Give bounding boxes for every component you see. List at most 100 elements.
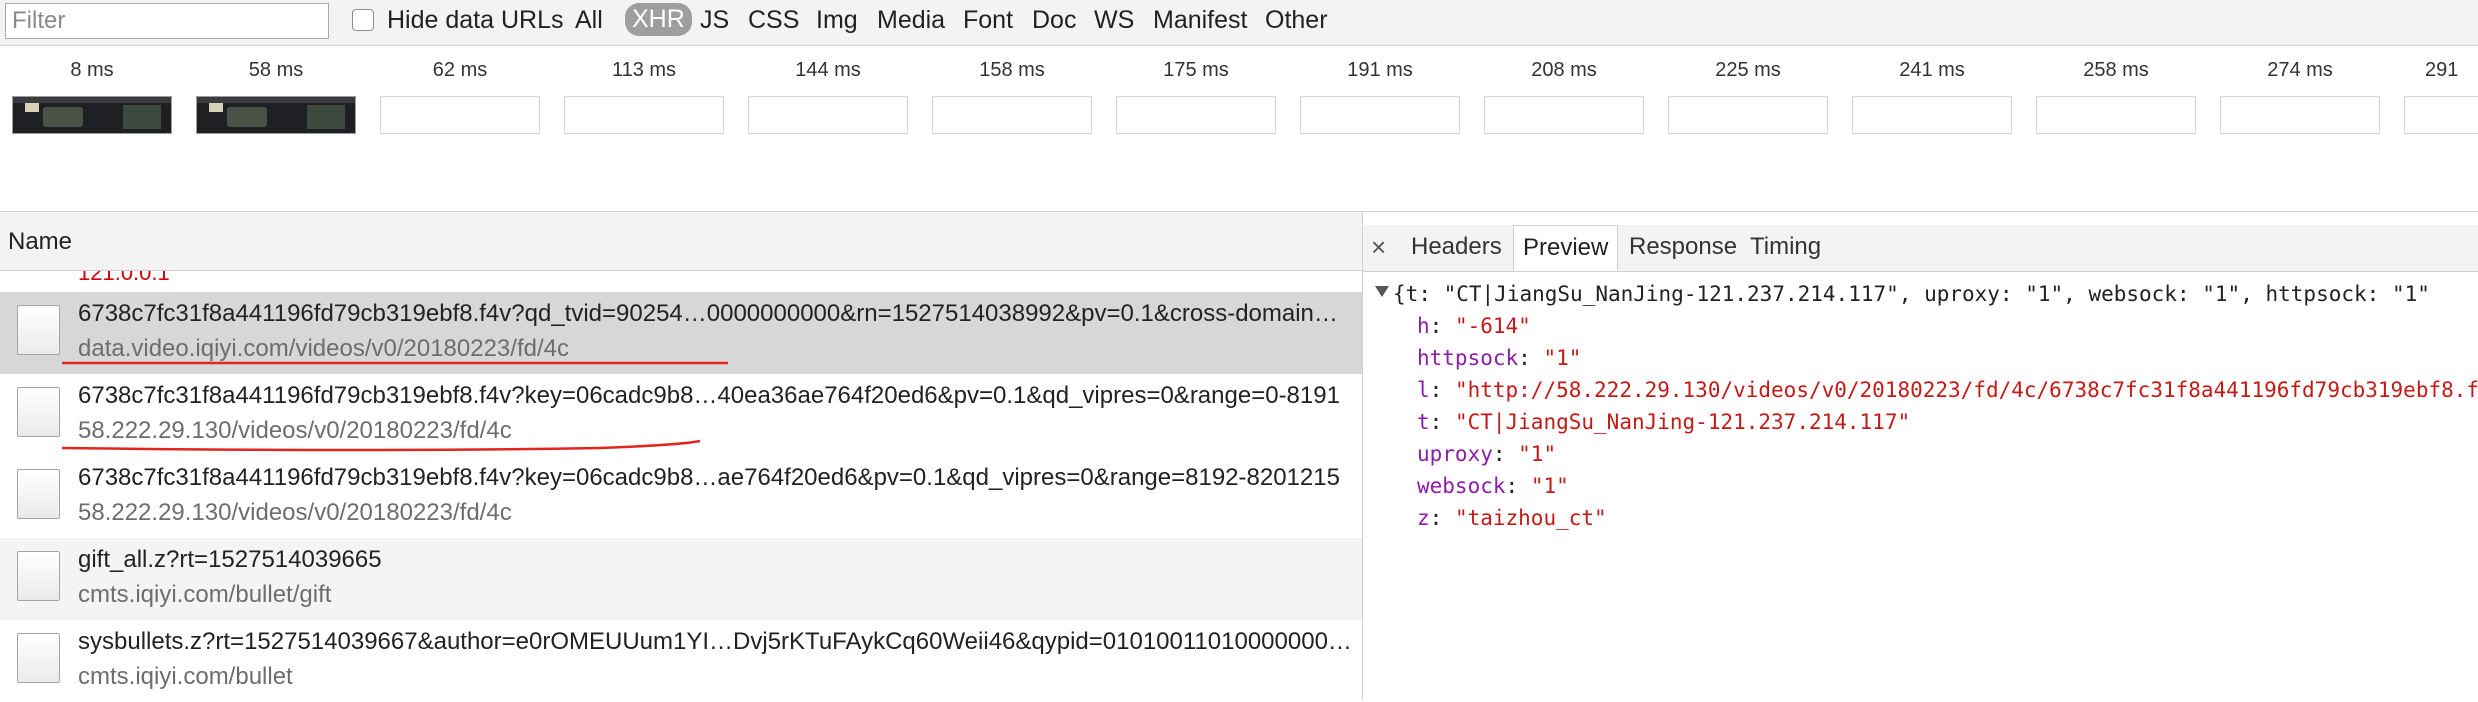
filmstrip-time-label: 58 ms	[248, 59, 304, 81]
json-punct: :	[2176, 282, 2203, 306]
type-filter-all[interactable]: All	[575, 6, 603, 35]
filmstrip-frame[interactable]	[2404, 96, 2478, 134]
filmstrip-frame-screenshot[interactable]	[12, 96, 172, 134]
tab-response[interactable]: Response	[1629, 233, 1737, 261]
tab-timing[interactable]: Timing	[1750, 233, 1821, 261]
filmstrip-frame[interactable]	[2220, 96, 2380, 134]
close-icon[interactable]: ×	[1371, 232, 1386, 263]
json-colon: :	[1505, 474, 1531, 498]
request-row[interactable]: gift_all.z?rt=1527514039665 cmts.iqiyi.c…	[0, 538, 1362, 620]
filmstrip-time-label: 175 ms	[1163, 59, 1229, 81]
json-key: t	[1417, 410, 1430, 434]
json-colon: :	[1429, 506, 1455, 530]
network-filter-bar: Hide data URLs All XHR JS CSS Img Media …	[0, 0, 2478, 46]
type-filter-doc[interactable]: Doc	[1032, 6, 1076, 35]
json-punct: ,	[2063, 282, 2089, 306]
json-field: h: "-614"	[1417, 314, 1531, 338]
hide-data-urls-checkbox[interactable]	[352, 9, 374, 31]
filmstrip-time-label: 258 ms	[2083, 59, 2149, 81]
json-string-value: "1"	[1543, 346, 1582, 370]
filmstrip-time-label: 8 ms	[70, 59, 114, 81]
filmstrip-frame[interactable]	[1300, 96, 1460, 134]
filmstrip-time-label: 241 ms	[1899, 59, 1965, 81]
json-field: z: "taizhou_ct"	[1417, 506, 1607, 530]
tab-headers[interactable]: Headers	[1411, 233, 1502, 261]
json-key: websock	[1417, 474, 1506, 498]
request-row[interactable]: 6738c7fc31f8a441196fd79cb319ebf8.f4v?key…	[0, 374, 1362, 456]
filmstrip-time-label: 225 ms	[1715, 59, 1781, 81]
json-key: l	[1417, 378, 1430, 402]
filmstrip-time-label: 158 ms	[979, 59, 1045, 81]
request-name: 6738c7fc31f8a441196fd79cb319ebf8.f4v?qd_…	[78, 300, 1338, 327]
json-summary-key: uproxy	[1924, 282, 2000, 306]
request-row[interactable]: 6738c7fc31f8a441196fd79cb319ebf8.f4v?qd_…	[0, 292, 1362, 374]
file-icon	[17, 387, 60, 437]
name-column-header-label: Name	[8, 228, 73, 255]
type-filter-other[interactable]: Other	[1265, 6, 1328, 35]
json-field: uproxy: "1"	[1417, 442, 1556, 466]
filmstrip-time-label: 144 ms	[795, 59, 861, 81]
filmstrip-frame[interactable]	[2036, 96, 2196, 134]
json-field: l: "http://58.222.29.130/videos/v0/20180…	[1417, 378, 2478, 402]
file-icon	[17, 305, 60, 355]
request-domain: cmts.iqiyi.com/bullet/gift	[78, 581, 332, 608]
request-domain: cmts.iqiyi.com/bullet	[78, 663, 293, 690]
type-filter-css[interactable]: CSS	[748, 6, 799, 35]
filter-input[interactable]	[5, 3, 329, 39]
type-filter-media[interactable]: Media	[877, 6, 945, 35]
expand-triangle-icon[interactable]	[1375, 286, 1389, 297]
json-colon: :	[1429, 410, 1455, 434]
json-field: websock: "1"	[1417, 474, 1569, 498]
filmstrip-overview: 8 ms 58 ms 62 ms 113 ms 144 ms 158 ms 17…	[0, 46, 2478, 212]
json-colon: :	[1492, 442, 1519, 466]
request-domain: 58.222.29.130/videos/v0/20180223/fd/4c	[78, 499, 512, 526]
filmstrip-frame[interactable]	[932, 96, 1092, 134]
json-string-value: "taizhou_ct"	[1454, 506, 1607, 530]
request-row[interactable]: sysbullets.z?rt=1527514039667&author=e0r…	[0, 620, 1362, 702]
json-string-value: "1"	[1518, 442, 1557, 466]
name-column-header[interactable]: Name	[0, 212, 1362, 271]
filmstrip-frame[interactable]	[748, 96, 908, 134]
type-filter-img[interactable]: Img	[816, 6, 858, 35]
filmstrip-frame[interactable]	[1668, 96, 1828, 134]
request-table: 121.0.0.1 Name 6738c7fc31f8a441196fd79cb…	[0, 212, 1363, 700]
json-field: t: "CT|JiangSu_NanJing-121.237.214.117"	[1417, 410, 1910, 434]
filmstrip-frame[interactable]	[1484, 96, 1644, 134]
json-summary-key: websock	[2088, 282, 2177, 306]
json-string-value: "CT|JiangSu_NanJing-121.237.214.117"	[1454, 410, 1911, 434]
filmstrip-time-label: 62 ms	[432, 59, 488, 81]
json-summary-key: httpsock	[2265, 282, 2367, 306]
json-punct: :	[1418, 282, 1444, 306]
type-filter-xhr[interactable]: XHR	[625, 3, 692, 36]
json-summary-value: "1"	[2202, 282, 2241, 306]
json-key: z	[1417, 506, 1430, 530]
json-field: httpsock: "1"	[1417, 346, 1581, 370]
request-domain: data.video.iqiyi.com/videos/v0/20180223/…	[78, 335, 569, 362]
filmstrip-frame-screenshot[interactable]	[196, 96, 356, 134]
filmstrip-frame[interactable]	[564, 96, 724, 134]
json-summary-value: "1"	[2391, 282, 2430, 306]
request-name: 6738c7fc31f8a441196fd79cb319ebf8.f4v?key…	[78, 382, 1340, 409]
json-string-value: "-614"	[1454, 314, 1531, 338]
json-summary-key: t	[1405, 282, 1419, 306]
request-row[interactable]: 6738c7fc31f8a441196fd79cb319ebf8.f4v?key…	[0, 456, 1362, 538]
json-summary-line[interactable]: {t: "CT|JiangSu_NanJing-121.237.214.117"…	[1375, 282, 2430, 306]
file-icon	[17, 633, 60, 683]
json-punct: ,	[1898, 282, 1925, 306]
type-filter-ws[interactable]: WS	[1094, 6, 1134, 35]
type-filter-js[interactable]: JS	[700, 6, 729, 35]
type-filter-manifest[interactable]: Manifest	[1153, 6, 1247, 35]
filmstrip-time-label: 274 ms	[2267, 59, 2333, 81]
tab-preview[interactable]: Preview	[1513, 225, 1619, 271]
filmstrip-frame[interactable]	[380, 96, 540, 134]
json-key: uproxy	[1417, 442, 1493, 466]
json-key: httpsock	[1417, 346, 1519, 370]
request-details-panel: × Headers Preview Response Timing {t: "C…	[1363, 212, 2478, 700]
json-brace: {	[1393, 282, 1406, 306]
filmstrip-time-label: 113 ms	[611, 59, 677, 81]
json-summary-value: "1"	[2025, 282, 2064, 306]
json-colon: :	[1429, 378, 1455, 402]
filmstrip-frame[interactable]	[1852, 96, 2012, 134]
filmstrip-frame[interactable]	[1116, 96, 1276, 134]
type-filter-font[interactable]: Font	[963, 6, 1013, 35]
